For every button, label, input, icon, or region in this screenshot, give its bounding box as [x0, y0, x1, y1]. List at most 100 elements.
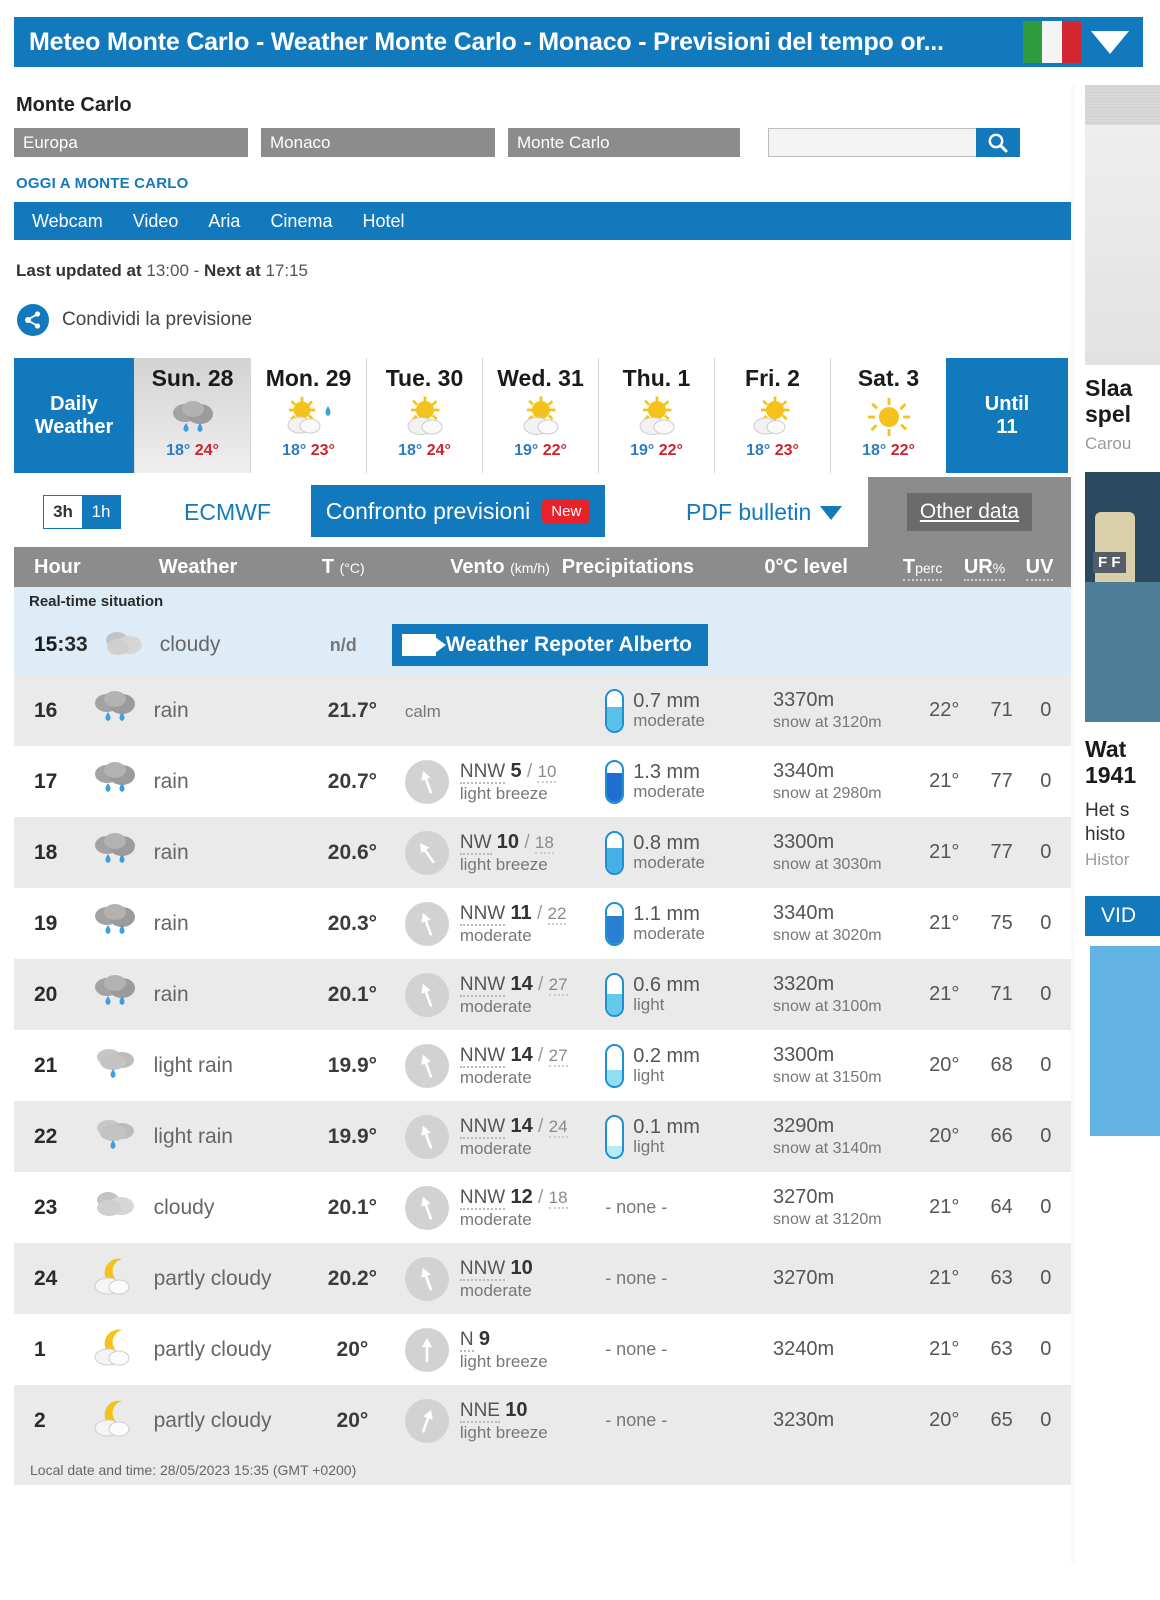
until-value: 11: [996, 415, 1018, 438]
wind-speed-line: NNW 11 / 22: [459, 901, 567, 926]
breadcrumb-city[interactable]: Monte Carlo: [508, 128, 740, 157]
nav-item-hotel[interactable]: Hotel: [362, 211, 404, 232]
col-header-precipitations: Precipitations: [561, 547, 765, 587]
interval-toggle[interactable]: 3h 1h: [43, 495, 121, 529]
city-heading: Monte Carlo: [16, 94, 132, 116]
col-header-uv-inner: UV: [1025, 555, 1054, 581]
ecmwf-link[interactable]: ECMWF: [184, 499, 271, 526]
day-tab-wed-31[interactable]: Wed. 31 19° 22°: [482, 358, 598, 473]
article-body-2-line2: histo: [1085, 823, 1126, 845]
share-nodes-icon: [25, 311, 41, 329]
zero-level-value: 3300m: [773, 831, 835, 853]
row-humidity: 71: [975, 675, 1028, 746]
snow-level: snow at 3020m: [773, 927, 882, 944]
precipitation-cell: 1.1 mm moderate: [605, 901, 771, 946]
precipitation-amount: 0.2 mm: [633, 1045, 700, 1068]
search-button[interactable]: [976, 128, 1020, 157]
wind-speed: 10: [505, 1398, 528, 1421]
day-tab-low: 18°: [746, 442, 771, 459]
article-title-2-line1: Wat: [1085, 735, 1127, 762]
light-rain-icon: [76, 1030, 153, 1101]
last-updated-time: 13:00: [146, 261, 189, 280]
page-scrollbar[interactable]: [1071, 85, 1075, 1565]
row-weather-description: rain: [152, 746, 301, 817]
precipitation-none: - none -: [605, 1268, 668, 1288]
wind-direction: NNW: [459, 1115, 506, 1139]
row-wind: NNW 14 / 27 moderate: [403, 959, 605, 1030]
share-forecast-row[interactable]: Condividi la previsione: [17, 304, 1071, 336]
row-temperature: 19.9°: [300, 1030, 404, 1101]
moon-cloud-icon: [76, 1385, 153, 1456]
table-row: 18 rain 20.6° NW 10 / 18 light breeze 0.8 mm m…: [14, 817, 1071, 888]
wind-speed: 14: [510, 1043, 533, 1066]
nav-item-cinema[interactable]: Cinema: [270, 211, 332, 232]
compare-forecasts-button[interactable]: Confronto previsioni New: [311, 485, 605, 537]
wind-description: light breeze: [459, 783, 548, 803]
table-row: 2 partly cloudy 20° NNE 10 light breeze - non…: [14, 1385, 1071, 1456]
today-link[interactable]: OGGI A MONTE CARLO: [16, 175, 1071, 192]
search-input[interactable]: [768, 128, 976, 157]
video-section-header[interactable]: VID: [1085, 896, 1160, 937]
interval-1h-option[interactable]: 1h: [82, 496, 120, 528]
other-data-button[interactable]: Other data: [906, 493, 1033, 531]
share-icon[interactable]: [17, 304, 49, 336]
rain-icon: [76, 959, 153, 1030]
precipitation-text: 1.1 mm moderate: [633, 903, 705, 944]
day-tab-sun-28[interactable]: Sun. 28 18° 24°: [134, 358, 250, 473]
nav-item-webcam[interactable]: Webcam: [32, 211, 103, 232]
moon-cloud-icon: [76, 1243, 153, 1314]
wind-description: moderate: [459, 1280, 532, 1300]
row-hour: 18: [14, 817, 77, 888]
breadcrumb-country[interactable]: Monaco: [261, 128, 495, 157]
day-tab-sat-3[interactable]: Sat. 3 18° 22°: [830, 358, 946, 473]
wind-gust: 18: [534, 832, 554, 854]
day-tab-temps: 18° 23°: [746, 442, 799, 460]
col-header-wind: Vento (km/h): [390, 547, 562, 587]
day-tab-tue-30[interactable]: Tue. 30 18° 24°: [366, 358, 482, 473]
wind-gust: 27: [548, 1045, 568, 1067]
row-weather-description: rain: [152, 959, 301, 1030]
precipitation-gauge-icon: [605, 688, 625, 733]
article-title-2[interactable]: Wat 1941: [1085, 736, 1160, 789]
chevron-down-icon[interactable]: [1091, 30, 1129, 54]
wind-direction: NNE: [459, 1399, 500, 1423]
row-wind: calm: [403, 675, 605, 746]
interval-3h-option[interactable]: 3h: [44, 496, 82, 528]
row-weather-description: light rain: [152, 1101, 301, 1172]
wind-cell: NNW 14 / 24 moderate: [404, 1114, 603, 1159]
col-header-ur: UR%: [952, 547, 1017, 587]
row-temperature: 20.6°: [300, 817, 404, 888]
row-weather-description: light rain: [152, 1030, 301, 1101]
row-hour: 24: [14, 1243, 77, 1314]
wind-speed-line: NNE 10: [459, 1398, 548, 1423]
table-body: Real-time situation 15:33 cloudy n/d Wea…: [14, 587, 1071, 675]
nav-item-aria[interactable]: Aria: [208, 211, 240, 232]
cloudy-icon: [88, 615, 159, 675]
italian-flag-icon[interactable]: [1023, 21, 1081, 63]
day-tab-high: 24°: [194, 442, 219, 459]
until-tab[interactable]: Until 11: [946, 358, 1068, 473]
day-tab-mon-29[interactable]: Mon. 29 18° 23°: [250, 358, 366, 473]
day-tab-fri-2[interactable]: Fri. 2 18° 23°: [714, 358, 830, 473]
precipitation-cell: 0.2 mm light: [605, 1043, 771, 1088]
wind-gust: 10: [537, 761, 557, 783]
forecast-toolbar: 3h 1h ECMWF Confronto previsioni New PDF…: [14, 477, 1071, 547]
pdf-bulletin-dropdown[interactable]: PDF bulletin: [686, 499, 843, 526]
wind-description: light breeze: [459, 854, 548, 874]
daily-weather-label-line2: Weather: [34, 415, 114, 438]
weather-reporter-button[interactable]: Weather Repoter Alberto: [391, 624, 708, 666]
day-tab-thu-1[interactable]: Thu. 1 19° 22°: [598, 358, 714, 473]
zero-level-value: 3270m: [773, 1267, 835, 1289]
sun-cloud-drop-icon: [280, 394, 338, 440]
row-uv: 0: [1027, 746, 1071, 817]
video-thumbnail[interactable]: [1085, 946, 1160, 1137]
sun-cloud-icon: [631, 394, 683, 440]
nav-item-video[interactable]: Video: [133, 211, 179, 232]
day-tab-high: 23°: [774, 442, 799, 459]
article-image-1[interactable]: [1085, 85, 1160, 365]
secondary-nav: Webcam Video Aria Cinema Hotel: [14, 202, 1071, 240]
breadcrumb-continent[interactable]: Europa: [14, 128, 248, 157]
precipitation-text: 0.2 mm light: [633, 1045, 700, 1086]
article-image-2[interactable]: F F: [1085, 471, 1160, 722]
article-title-1[interactable]: Slaa spel: [1085, 375, 1160, 428]
